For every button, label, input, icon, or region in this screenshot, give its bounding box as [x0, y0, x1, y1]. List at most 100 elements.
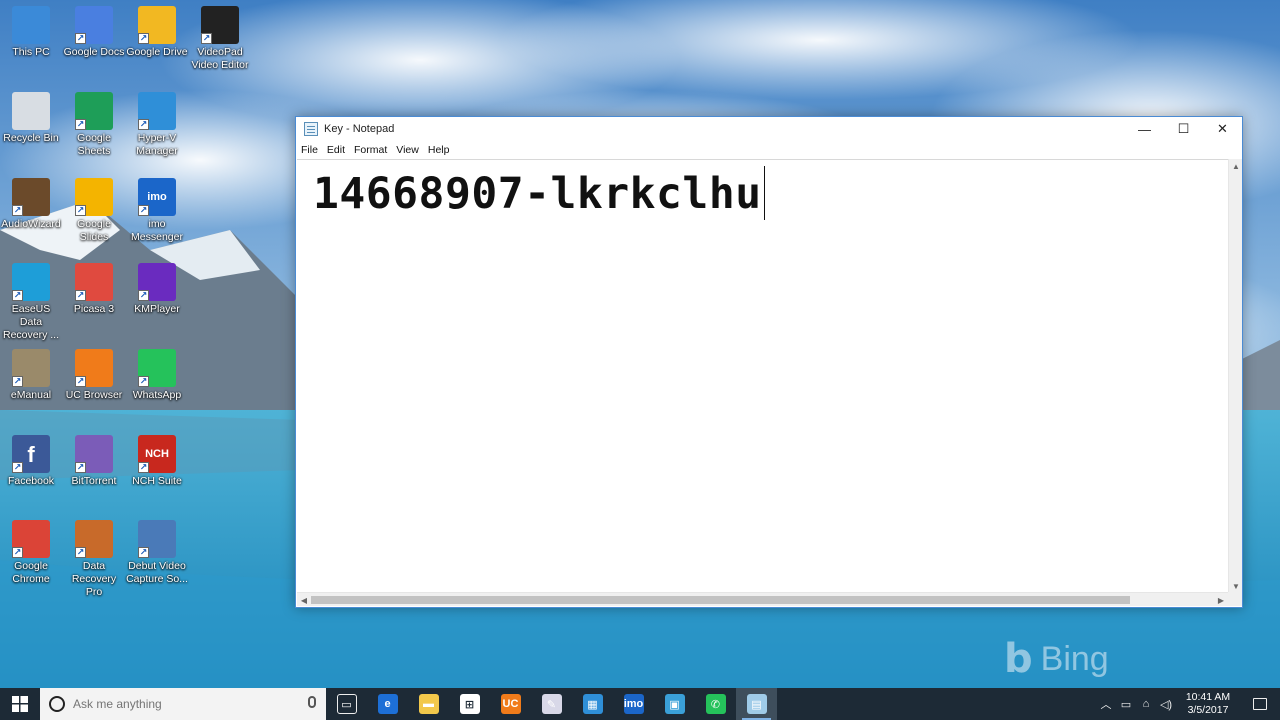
phone-icon: ✆: [705, 694, 726, 714]
taskbar-imo-button[interactable]: imo: [613, 688, 654, 720]
desktop-shortcut[interactable]: ↗ UC Browser: [63, 349, 125, 402]
editor-content[interactable]: 14668907-lkrkclhu: [313, 166, 765, 220]
shortcut-arrow-icon: ↗: [12, 205, 23, 216]
minimize-button[interactable]: —: [1125, 117, 1164, 141]
folder-icon: ▬: [418, 694, 439, 714]
volume-icon[interactable]: ◁): [1156, 698, 1176, 711]
microphone-icon[interactable]: [308, 696, 316, 708]
desktop-shortcut[interactable]: ↗ BitTorrent: [63, 435, 125, 488]
menu-file[interactable]: File: [300, 144, 324, 156]
taskbar-uc-browser-button[interactable]: UC: [490, 688, 531, 720]
desktop-shortcut[interactable]: ↗ EaseUS Data Recovery ...: [0, 263, 62, 342]
desktop-shortcut[interactable]: Recycle Bin: [0, 92, 62, 145]
desktop-shortcut-label: This PC: [12, 46, 50, 58]
icon-glyph: NCH: [145, 447, 169, 460]
notepad-icon: [304, 122, 318, 136]
menu-view[interactable]: View: [395, 144, 425, 156]
desktop-shortcut[interactable]: ↗ VideoPad Video Editor: [189, 6, 251, 72]
shortcut-arrow-icon: ↗: [75, 33, 86, 44]
menu-edit[interactable]: Edit: [326, 144, 351, 156]
notepad-window[interactable]: Key - Notepad — ☐ ✕ File Edit Format Vie…: [295, 116, 1243, 608]
chat-icon: imo ↗: [138, 178, 176, 216]
desktop-shortcut-label: imo Messenger: [131, 218, 183, 243]
chat-icon: imo: [623, 694, 644, 714]
bing-logo-icon: b: [1004, 636, 1033, 682]
desktop-shortcut[interactable]: ↗ eManual: [0, 349, 62, 402]
bing-watermark: b Bing: [1004, 636, 1109, 682]
resize-grip[interactable]: [1228, 592, 1242, 606]
menu-bar: File Edit Format View Help: [296, 141, 1242, 159]
notification-icon: [1253, 698, 1267, 710]
shortcut-arrow-icon: ↗: [138, 33, 149, 44]
menu-format[interactable]: Format: [353, 144, 393, 156]
data-recovery-icon: ↗: [75, 520, 113, 558]
shortcut-arrow-icon: ↗: [138, 462, 149, 473]
desktop-shortcut[interactable]: ↗ Google Sheets: [63, 92, 125, 158]
scroll-down-icon[interactable]: ▼: [1229, 579, 1243, 593]
maximize-button[interactable]: ☐: [1164, 117, 1203, 141]
network-icon[interactable]: ⌂: [1136, 698, 1156, 710]
desktop-shortcut[interactable]: f ↗ Facebook: [0, 435, 62, 488]
icon-glyph: imo: [147, 190, 167, 203]
menu-help[interactable]: Help: [427, 144, 456, 156]
text-editor[interactable]: 14668907-lkrkclhu: [297, 159, 1229, 593]
scroll-left-icon[interactable]: ◀: [297, 593, 311, 607]
desktop-shortcut[interactable]: ↗ Google Chrome: [0, 520, 62, 586]
desktop-shortcut[interactable]: ↗ KMPlayer: [126, 263, 188, 316]
scroll-up-icon[interactable]: ▲: [1229, 159, 1243, 173]
taskbar-whatsapp-button[interactable]: ✆: [695, 688, 736, 720]
shortcut-arrow-icon: ↗: [138, 290, 149, 301]
shortcut-arrow-icon: ↗: [138, 376, 149, 387]
desktop-shortcut[interactable]: This PC: [0, 6, 62, 59]
task-view-icon: ▭: [336, 694, 357, 714]
horizontal-scrollbar[interactable]: ◀ ▶: [297, 592, 1228, 606]
desktop-shortcut[interactable]: ↗ AudioWizard: [0, 178, 62, 231]
desktop-shortcut-label: KMPlayer: [134, 303, 180, 315]
title-bar[interactable]: Key - Notepad — ☐ ✕: [296, 117, 1242, 141]
shortcut-arrow-icon: ↗: [12, 290, 23, 301]
desktop-shortcut[interactable]: ↗ Hyper-V Manager: [126, 92, 188, 158]
desktop-shortcut[interactable]: imo ↗ imo Messenger: [126, 178, 188, 244]
action-center-button[interactable]: [1240, 688, 1280, 720]
taskbar-task-view-button[interactable]: ▭: [326, 688, 367, 720]
search-box[interactable]: [40, 688, 326, 720]
clock[interactable]: 10:41 AM 3/5/2017: [1176, 691, 1240, 717]
computer-icon: [12, 6, 50, 44]
desktop-shortcut[interactable]: ↗ Google Docs: [63, 6, 125, 59]
search-input[interactable]: [73, 697, 293, 711]
document-icon: ↗: [75, 6, 113, 44]
desktop-shortcut[interactable]: ↗ Data Recovery Pro: [63, 520, 125, 599]
show-hidden-icons-icon[interactable]: ︿: [1096, 696, 1116, 712]
desktop-shortcut-label: AudioWizard: [1, 218, 61, 230]
taskbar-network-app-button[interactable]: ▣: [654, 688, 695, 720]
taskbar-notepad-button[interactable]: ▤: [736, 688, 777, 720]
start-button[interactable]: [0, 688, 40, 720]
close-button[interactable]: ✕: [1203, 117, 1242, 141]
monitor-icon: ▣: [664, 694, 685, 714]
scroll-right-icon[interactable]: ▶: [1214, 593, 1228, 607]
vertical-scrollbar[interactable]: ▲ ▼: [1228, 159, 1242, 593]
taskbar-hyper-v-button[interactable]: ▦: [572, 688, 613, 720]
browser-icon: UC: [500, 694, 521, 714]
taskbar-store-button[interactable]: ⊞: [449, 688, 490, 720]
desktop-shortcut[interactable]: ↗ WhatsApp: [126, 349, 188, 402]
desktop-shortcut-label: BitTorrent: [71, 475, 117, 487]
shortcut-arrow-icon: ↗: [75, 205, 86, 216]
shortcut-arrow-icon: ↗: [138, 547, 149, 558]
desktop-shortcut[interactable]: ↗ Google Drive: [126, 6, 188, 59]
battery-icon[interactable]: ▭: [1116, 698, 1136, 711]
manual-icon: ↗: [12, 349, 50, 387]
clock-date: 3/5/2017: [1187, 704, 1229, 716]
shortcut-arrow-icon: ↗: [201, 33, 212, 44]
horizontal-scroll-thumb[interactable]: [311, 596, 1130, 604]
desktop-shortcut[interactable]: ↗ Debut Video Capture So...: [126, 520, 188, 586]
desktop-shortcut[interactable]: ↗ Google Slides: [63, 178, 125, 244]
desktop-shortcut[interactable]: NCH ↗ NCH Suite: [126, 435, 188, 488]
facebook-icon: f ↗: [12, 435, 50, 473]
cortana-icon[interactable]: [49, 696, 65, 712]
taskbar-edge-button[interactable]: e: [367, 688, 408, 720]
desktop-shortcut[interactable]: ↗ Picasa 3: [63, 263, 125, 316]
taskbar-paint-button[interactable]: ✎: [531, 688, 572, 720]
taskbar-file-explorer-button[interactable]: ▬: [408, 688, 449, 720]
shortcut-arrow-icon: ↗: [12, 462, 23, 473]
